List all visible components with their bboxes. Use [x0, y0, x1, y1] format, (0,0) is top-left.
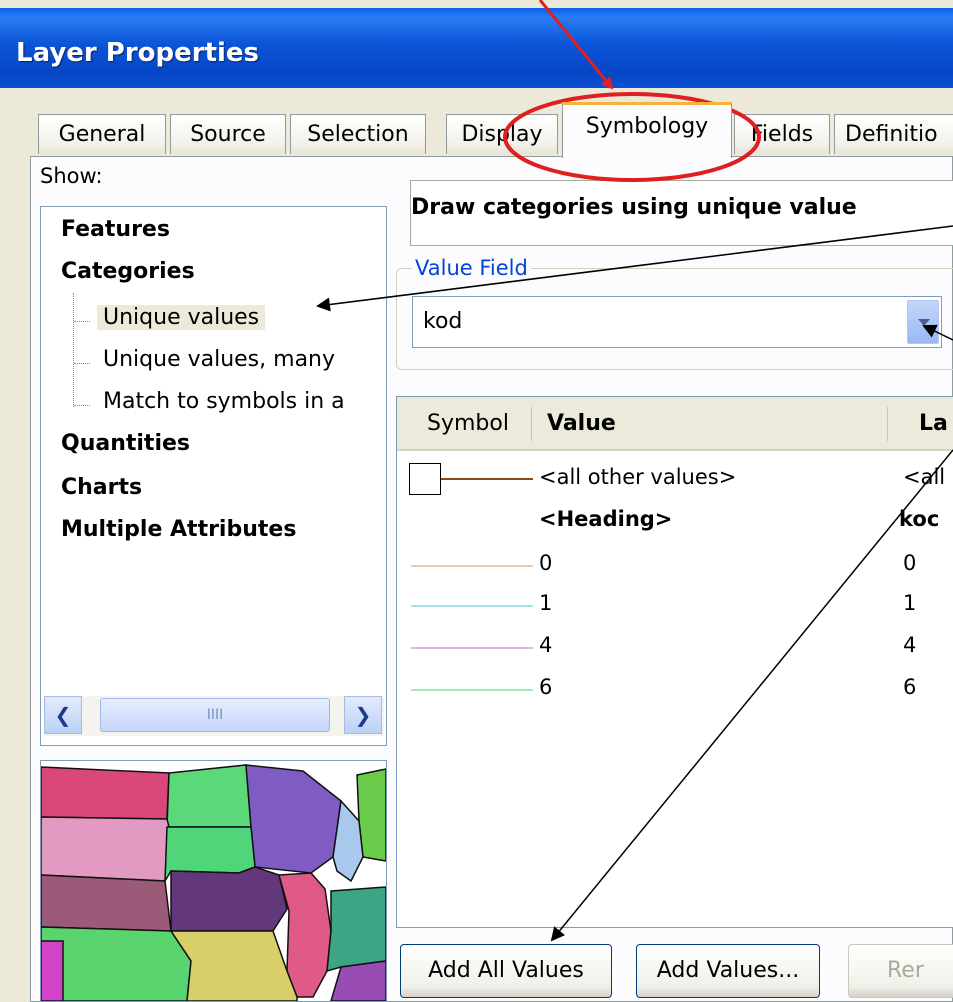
scroll-right-arrow-icon[interactable]: ❯ — [344, 696, 382, 734]
row-label-all-other[interactable]: <all — [903, 465, 945, 489]
tab-general[interactable]: General — [38, 114, 166, 154]
column-header-value[interactable]: Value — [547, 411, 616, 436]
column-header-label[interactable]: La — [919, 411, 948, 436]
column-separator — [531, 407, 532, 441]
renderer-tree: Features Categories Unique values Unique… — [40, 206, 387, 746]
column-separator — [887, 407, 888, 441]
renderer-description-box: Draw categories using unique value — [410, 180, 953, 246]
symbol-line-swatch — [411, 689, 533, 691]
show-label: Show: — [40, 164, 103, 188]
symbol-line-swatch — [411, 647, 533, 649]
tree-item-categories[interactable]: Categories — [61, 259, 195, 284]
row-value-1[interactable]: 1 — [539, 591, 552, 615]
scroll-left-arrow-icon[interactable]: ❮ — [44, 696, 82, 734]
value-field-legend: Value Field — [412, 256, 531, 280]
row-value-0[interactable]: 0 — [539, 551, 552, 575]
tab-selection[interactable]: Selection — [290, 114, 426, 154]
renderer-description: Draw categories using unique value — [411, 195, 857, 220]
tab-definition-query[interactable]: Definitio — [834, 114, 953, 154]
row-value-6[interactable]: 6 — [539, 675, 552, 699]
tree-connector — [74, 405, 90, 406]
tree-horizontal-scrollbar[interactable]: ❮ IIII ❯ — [44, 696, 384, 736]
tree-item-quantities[interactable]: Quantities — [61, 431, 190, 456]
tab-symbology[interactable]: Symbology — [562, 102, 732, 158]
symbol-swatch-box — [409, 463, 441, 495]
add-all-values-button[interactable]: Add All Values — [400, 944, 612, 998]
window-title: Layer Properties — [16, 38, 260, 68]
row-value-heading[interactable]: <Heading> — [539, 507, 672, 531]
tree-item-charts[interactable]: Charts — [61, 475, 142, 500]
tree-item-match-to-symbols[interactable]: Match to symbols in a — [103, 389, 345, 414]
remove-button[interactable]: Rer — [848, 944, 953, 998]
list-column-headers: Symbol Value La — [397, 397, 953, 451]
tab-display[interactable]: Display — [446, 114, 558, 154]
row-label-0[interactable]: 0 — [903, 551, 916, 575]
tree-item-features[interactable]: Features — [61, 217, 170, 242]
symbol-value-list[interactable]: Symbol Value La <all other values> <all … — [396, 396, 953, 928]
symbol-line-swatch — [411, 565, 533, 567]
add-values-button[interactable]: Add Values... — [636, 944, 820, 998]
symbol-line-swatch — [411, 605, 533, 607]
row-value-4[interactable]: 4 — [539, 633, 552, 657]
tree-item-unique-values-many[interactable]: Unique values, many — [103, 347, 335, 372]
value-field-dropdown[interactable]: kod — [412, 296, 942, 348]
symbol-line-swatch — [441, 478, 533, 480]
tab-source[interactable]: Source — [170, 114, 286, 154]
tree-item-multiple-attributes[interactable]: Multiple Attributes — [61, 517, 296, 542]
row-label-6[interactable]: 6 — [903, 675, 916, 699]
scroll-thumb-grip: IIII — [206, 707, 224, 723]
map-preview-image — [41, 761, 386, 1001]
dropdown-arrow-icon[interactable] — [907, 300, 939, 344]
title-bar[interactable]: Layer Properties — [0, 8, 953, 88]
preview-map — [40, 760, 387, 1002]
tree-connector — [74, 363, 90, 364]
tree-connector — [74, 321, 90, 322]
value-field-selected: kod — [423, 309, 463, 334]
row-label-heading[interactable]: koc — [899, 507, 939, 531]
layer-properties-window: Layer Properties General Source Selectio… — [0, 0, 953, 1002]
tree-connector — [73, 293, 74, 407]
row-label-4[interactable]: 4 — [903, 633, 916, 657]
scroll-thumb[interactable]: IIII — [100, 698, 330, 732]
tab-fields[interactable]: Fields — [734, 114, 830, 154]
column-header-symbol[interactable]: Symbol — [427, 411, 509, 436]
row-label-1[interactable]: 1 — [903, 591, 916, 615]
tree-item-unique-values[interactable]: Unique values — [97, 305, 266, 330]
row-value-all-other[interactable]: <all other values> — [539, 465, 736, 489]
